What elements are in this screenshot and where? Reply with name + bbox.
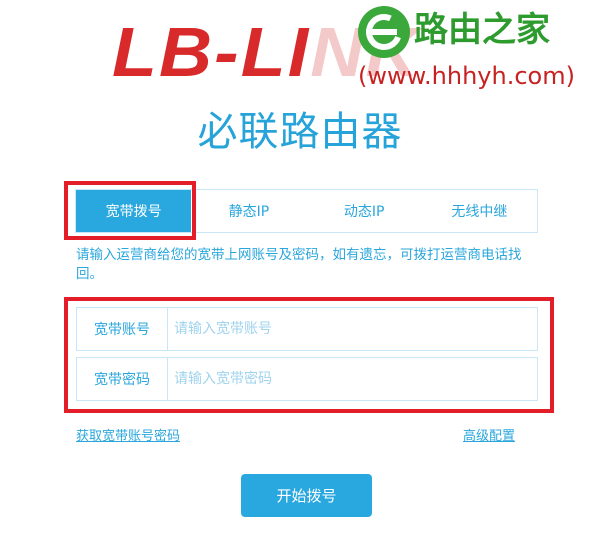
account-input[interactable] xyxy=(168,308,537,350)
page-title: 必联路由器 xyxy=(197,109,403,155)
retrieve-account-link[interactable]: 获取宽带账号密码 xyxy=(76,425,180,444)
logo-text: LB-LI xyxy=(112,13,311,91)
start-dial-button[interactable]: 开始拨号 xyxy=(241,474,372,517)
account-field: 宽带账号 xyxy=(76,307,538,351)
advanced-config-link[interactable]: 高级配置 xyxy=(463,425,515,444)
tab-wireless-repeater[interactable]: 无线中继 xyxy=(422,190,537,232)
password-label: 宽带密码 xyxy=(77,358,168,400)
connection-type-tabs: 宽带拨号 静态IP 动态IP 无线中继 xyxy=(75,189,538,233)
watermark: 路由之家 (www.hhhyh.com) xyxy=(358,4,598,94)
e-logo-icon xyxy=(358,6,410,58)
watermark-title: 路由之家 xyxy=(414,10,550,50)
tab-dynamic-ip[interactable]: 动态IP xyxy=(307,190,422,232)
password-field: 宽带密码 xyxy=(76,357,538,401)
account-label: 宽带账号 xyxy=(77,308,168,350)
watermark-url: (www.hhhyh.com) xyxy=(358,62,575,90)
tab-static-ip[interactable]: 静态IP xyxy=(191,190,306,232)
tab-pppoe[interactable]: 宽带拨号 xyxy=(76,190,192,232)
hint-text: 请输入运营商给您的宽带上网账号及密码，如有遗忘，可拨打运营商电话找回。 xyxy=(76,247,522,282)
password-input[interactable] xyxy=(168,358,537,400)
